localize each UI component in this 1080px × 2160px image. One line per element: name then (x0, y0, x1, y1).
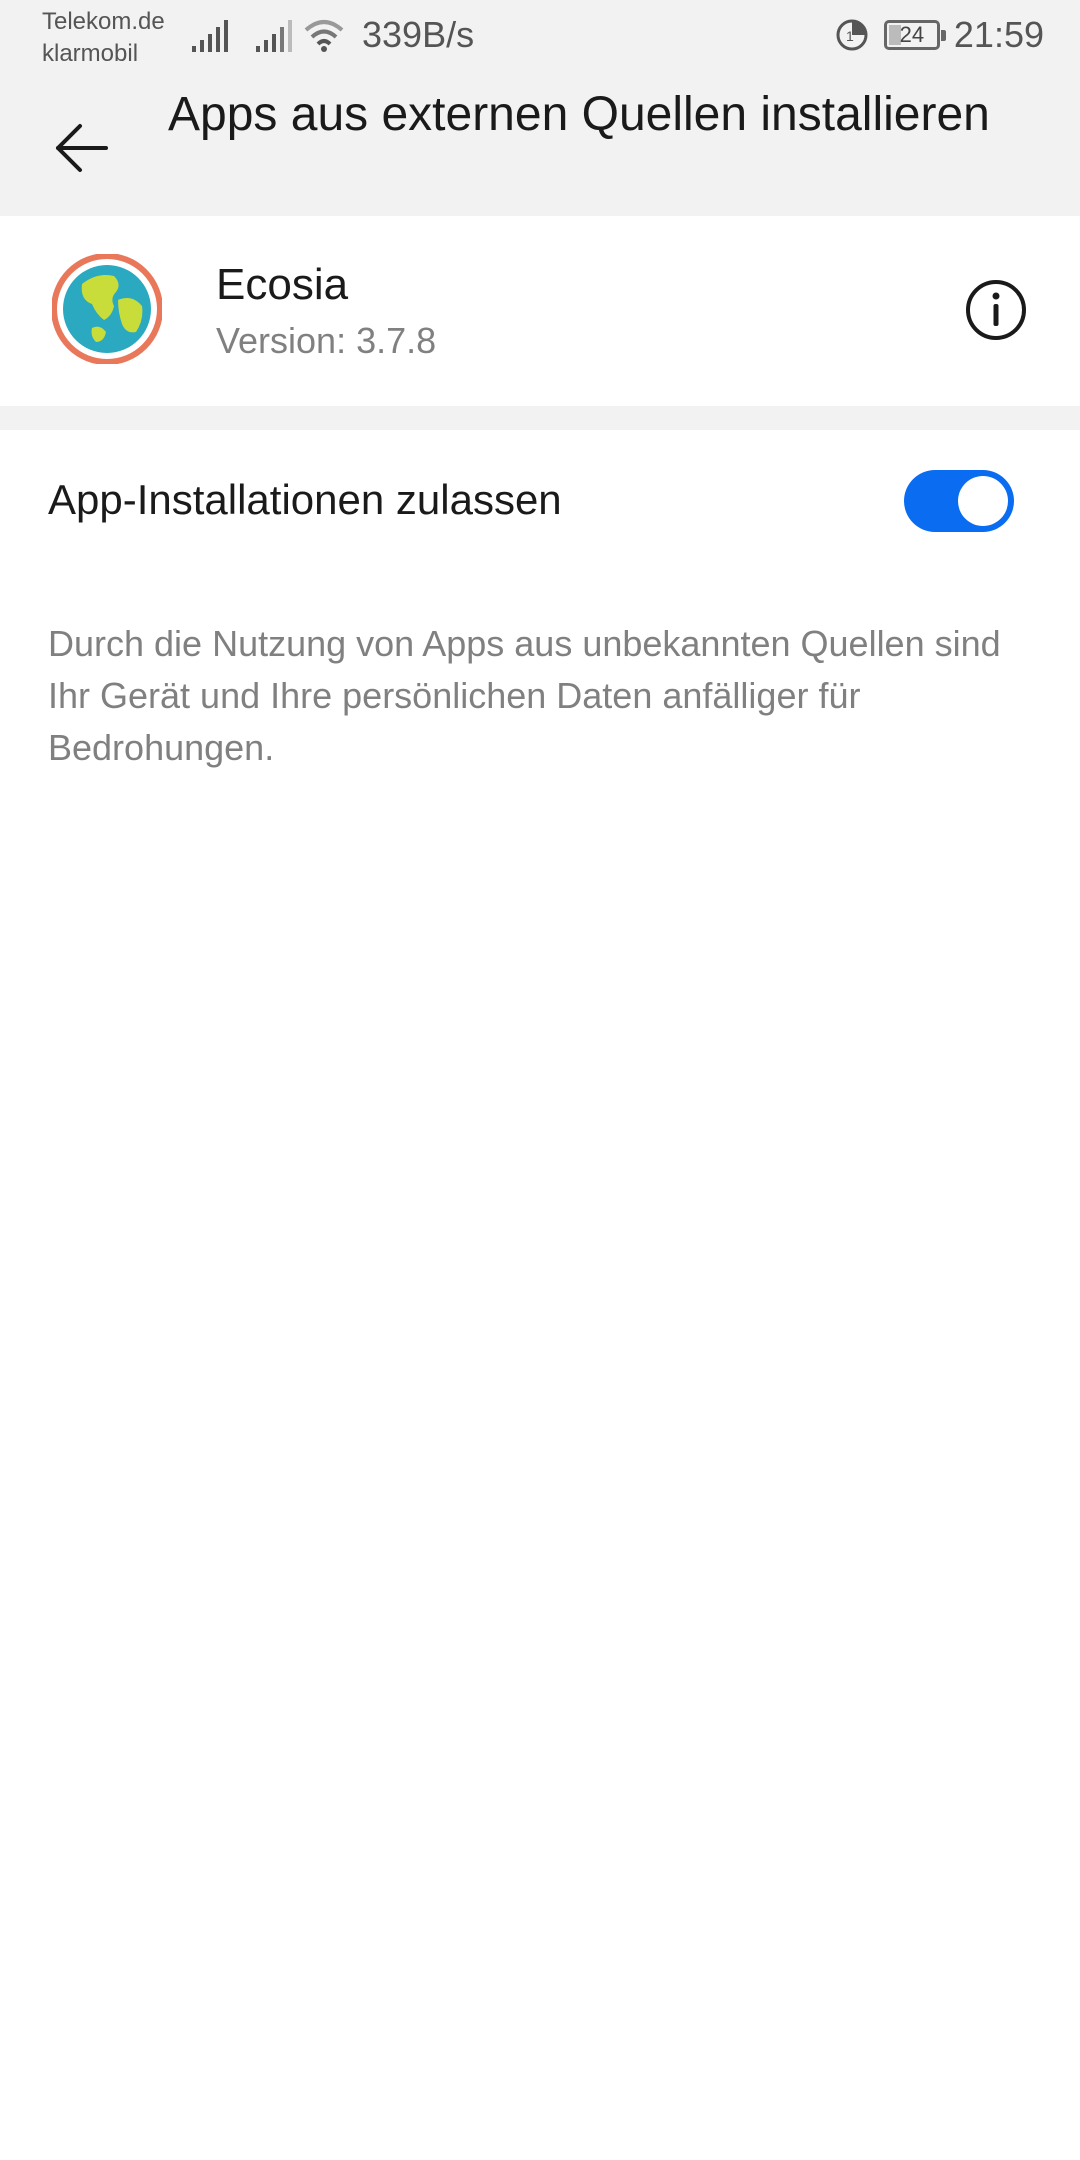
app-name: Ecosia (216, 260, 349, 309)
carrier-name: Telekom.de klarmobil (42, 6, 165, 70)
signal-icon (192, 20, 228, 52)
clock: 21:59 (953, 14, 1044, 55)
battery-level: 24 (899, 22, 925, 47)
app-version: Version: 3.7.8 (216, 320, 437, 361)
back-button[interactable] (40, 106, 124, 190)
warning-text: Durch die Nutzung von Apps aus unbekannt… (48, 623, 1001, 768)
status-bar: Telekom.de klarmobil 339B/s 1 24 21:59 (0, 0, 1080, 76)
section-divider (0, 406, 1080, 430)
carrier-line-2: klarmobil (42, 40, 139, 67)
allow-install-toggle[interactable] (904, 470, 1014, 532)
svg-text:1: 1 (846, 28, 854, 44)
allow-install-setting[interactable]: App-Installationen zulassen (0, 430, 1080, 572)
page-title: Apps aus externen Quellen installieren (168, 88, 990, 141)
arrow-back-icon (56, 124, 108, 172)
battery-icon: 24 (883, 20, 946, 50)
app-bar: Apps aus externen Quellen installieren (0, 76, 1080, 216)
setting-label: App-Installationen zulassen (48, 476, 562, 523)
info-icon[interactable] (964, 278, 1028, 342)
net-speed: 339B/s (362, 14, 475, 55)
status-right: 1 24 21:59 (834, 14, 1044, 56)
app-card: Ecosia Version: 3.7.8 (0, 216, 1080, 406)
carrier-line-1: Telekom.de (42, 8, 165, 35)
wifi-icon (304, 20, 344, 52)
globe-icon (52, 254, 162, 364)
signal-icon-secondary (256, 20, 292, 52)
data-saver-icon: 1 (836, 19, 868, 51)
toggle-knob (958, 476, 1008, 526)
